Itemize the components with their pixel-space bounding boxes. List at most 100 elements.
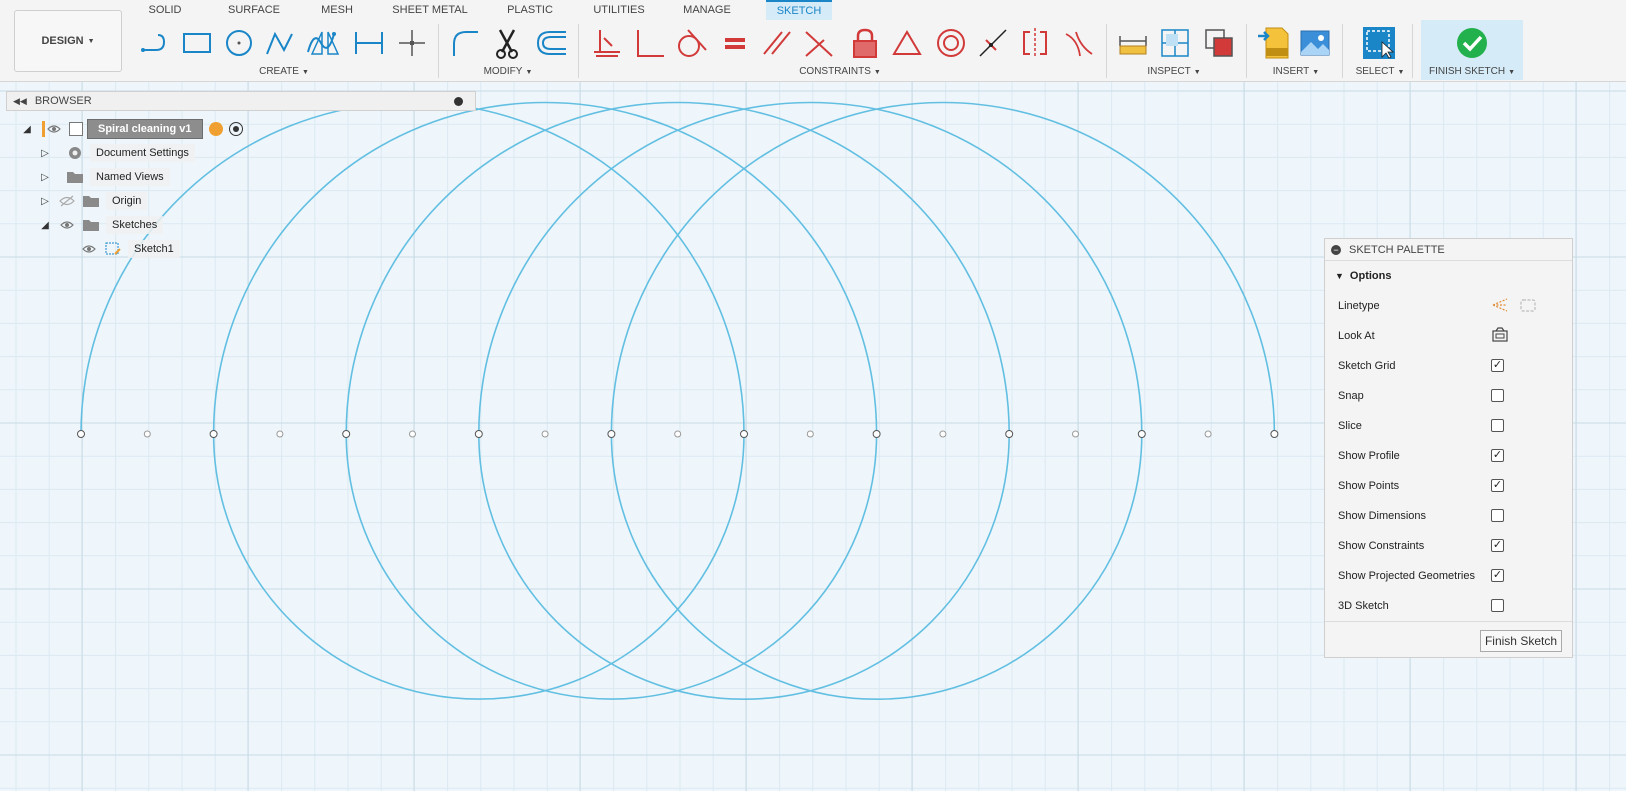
concentric-constraint-icon[interactable] (934, 24, 968, 62)
option-checkbox[interactable] (1491, 389, 1504, 402)
sketch-point[interactable] (939, 430, 947, 438)
look-at-icon[interactable] (1491, 327, 1509, 346)
symmetry-constraint-icon[interactable] (1018, 24, 1052, 62)
browser-panel-header[interactable]: ◀◀ BROWSER (6, 91, 476, 111)
section-analysis-icon[interactable] (1202, 24, 1236, 62)
coincident-constraint-icon[interactable] (590, 24, 624, 62)
collapse-icon[interactable]: − (1331, 244, 1341, 255)
collapsed-triangle-icon[interactable]: ▷ (38, 194, 52, 208)
expanded-triangle-icon[interactable]: ◢ (38, 218, 52, 232)
workspace-switcher[interactable]: DESIGN ▼ (14, 10, 122, 72)
centerline-linetype-icon[interactable] (1519, 297, 1537, 316)
sketch-point[interactable] (674, 430, 682, 438)
create-menu[interactable]: CREATE ▼ (254, 66, 314, 78)
tree-item-document-settings[interactable]: ▷ Document Settings (38, 142, 195, 164)
option-checkbox[interactable] (1491, 599, 1504, 612)
tree-item-sketches[interactable]: ◢ Sketches (38, 214, 164, 236)
line-tool-icon[interactable] (138, 24, 172, 62)
tab-solid[interactable]: SOLID (140, 0, 190, 20)
sketch-arc[interactable] (345, 433, 878, 700)
tab-utilities[interactable]: UTILITIES (590, 0, 648, 20)
tab-plastic[interactable]: PLASTIC (502, 0, 558, 20)
sketch-point[interactable] (409, 430, 416, 438)
root-component-label[interactable]: Spiral cleaning v1 (87, 119, 203, 139)
fillet-tool-icon[interactable] (448, 24, 482, 62)
option-checkbox[interactable]: ✓ (1491, 569, 1504, 582)
tab-sheet-metal[interactable]: SHEET METAL (390, 0, 470, 20)
fix-constraint-icon[interactable] (848, 24, 882, 62)
collapsed-triangle-icon[interactable]: ▷ (38, 146, 52, 160)
select-menu[interactable]: SELECT ▼ (1350, 66, 1410, 78)
sketch-point[interactable] (342, 430, 351, 438)
sketch-point[interactable] (806, 430, 814, 438)
finish-sketch-palette-button[interactable]: Finish Sketch (1479, 630, 1562, 652)
sketch-point[interactable] (1137, 430, 1146, 438)
option-checkbox[interactable] (1491, 509, 1504, 522)
sketch-point[interactable] (143, 430, 151, 438)
finish-sketch-menu[interactable]: FINISH SKETCH ▼ (1421, 66, 1523, 78)
sketch-point[interactable] (607, 430, 616, 438)
circle-tool-icon[interactable] (222, 24, 256, 62)
option-checkbox[interactable]: ✓ (1491, 359, 1504, 372)
mirror-tool-icon[interactable] (308, 24, 342, 62)
sketch-point[interactable] (1072, 430, 1079, 438)
collapse-icon[interactable]: ◀◀ (13, 96, 27, 107)
sketch-point[interactable] (1270, 430, 1279, 438)
eye-icon[interactable] (45, 122, 63, 136)
measure-tool-icon[interactable] (1116, 24, 1150, 62)
midpoint-constraint-icon[interactable] (976, 24, 1010, 62)
sketch-point[interactable] (209, 430, 218, 438)
interference-tool-icon[interactable] (1158, 24, 1192, 62)
offset-tool-icon[interactable] (534, 24, 568, 62)
parallel-constraint-icon[interactable] (760, 24, 794, 62)
tree-root[interactable]: ◢ Spiral cleaning v1 (20, 118, 243, 140)
arc-tool-icon[interactable] (262, 24, 296, 62)
rectangle-tool-icon[interactable] (180, 24, 214, 62)
dimension-tool-icon[interactable] (352, 24, 386, 62)
insert-menu[interactable]: INSERT ▼ (1266, 66, 1326, 78)
sketch-arc[interactable] (478, 101, 1143, 435)
collapsed-triangle-icon[interactable]: ▷ (38, 170, 52, 184)
sketch-point[interactable] (1204, 430, 1212, 438)
inspect-menu[interactable]: INSPECT ▼ (1144, 66, 1204, 78)
tab-sketch[interactable]: SKETCH (766, 0, 832, 20)
tree-item-sketch1[interactable]: Sketch1 (80, 238, 180, 260)
insert-svg-icon[interactable] (1256, 24, 1290, 62)
sketch-point[interactable] (276, 430, 284, 438)
sketch-arc[interactable] (610, 433, 1143, 700)
eye-icon[interactable] (80, 242, 98, 256)
trim-tool-icon[interactable] (490, 24, 524, 62)
sketch-arc[interactable] (212, 433, 745, 700)
constraints-menu[interactable]: CONSTRAINTS ▼ (790, 66, 890, 78)
option-checkbox[interactable]: ✓ (1491, 539, 1504, 552)
option-checkbox[interactable]: ✓ (1491, 479, 1504, 492)
hidden-eye-icon[interactable] (58, 194, 76, 208)
sketch-point[interactable] (541, 430, 549, 438)
perpendicular-constraint-icon[interactable] (632, 24, 666, 62)
tangent-constraint-icon[interactable] (674, 24, 708, 62)
option-checkbox[interactable]: ✓ (1491, 449, 1504, 462)
options-section[interactable]: ▼ Options (1325, 261, 1572, 291)
triangle-constraint-icon[interactable] (890, 24, 924, 62)
sketch-arc[interactable] (478, 433, 1010, 700)
point-tool-icon[interactable] (395, 24, 429, 62)
option-checkbox[interactable] (1491, 419, 1504, 432)
modify-menu[interactable]: MODIFY ▼ (478, 66, 538, 78)
sketch-point[interactable] (77, 430, 85, 438)
construction-linetype-icon[interactable] (1491, 297, 1509, 316)
minimize-icon[interactable] (454, 96, 463, 106)
activate-radio-icon[interactable] (228, 122, 243, 136)
sketch-point[interactable] (872, 430, 881, 438)
tab-surface[interactable]: SURFACE (222, 0, 286, 20)
tree-item-named-views[interactable]: ▷ Named Views (38, 166, 170, 188)
tree-item-origin[interactable]: ▷ Origin (38, 190, 148, 212)
sketch-arc[interactable] (212, 101, 878, 435)
sketch-arc[interactable] (610, 101, 1276, 435)
collinear-constraint-icon[interactable] (802, 24, 836, 62)
select-tool-icon[interactable] (1362, 24, 1396, 62)
tab-manage[interactable]: MANAGE (680, 0, 734, 20)
curvature-constraint-icon[interactable] (1062, 24, 1096, 62)
sketch-point[interactable] (474, 430, 483, 438)
equal-constraint-icon[interactable] (718, 24, 752, 62)
sketch-point[interactable] (1005, 430, 1014, 438)
